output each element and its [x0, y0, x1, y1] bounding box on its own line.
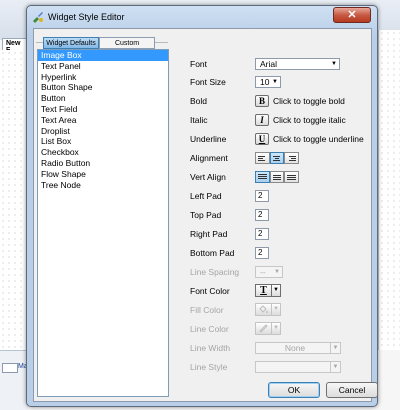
align-right-button[interactable]: [284, 152, 299, 164]
font-select[interactable]: Arial ▼: [255, 58, 340, 70]
alignment-label: Alignment: [190, 153, 228, 163]
tab-widget-defaults[interactable]: Widget Defaults: [43, 37, 99, 49]
widget-style-editor-dialog: Widget Style Editor ✕ Widget Defaults Cu…: [26, 5, 378, 407]
chevron-down-icon: ▼: [330, 343, 340, 353]
font-color-icon: T: [255, 284, 272, 297]
right-pad-input[interactable]: 2: [255, 228, 269, 240]
line-style-label: Line Style: [190, 362, 228, 372]
chevron-down-icon: ▼: [331, 61, 337, 67]
vert-align-group: [255, 171, 299, 183]
font-label: Font: [190, 59, 208, 69]
bottom-pad-label: Bottom Pad: [190, 248, 235, 258]
tab-bar: Widget Defaults Custom: [43, 37, 155, 49]
dialog-title: Widget Style Editor: [48, 12, 125, 22]
fill-color-button[interactable]: ▼: [255, 303, 281, 316]
right-pad-label: Right Pad: [190, 229, 228, 239]
italic-label: Italic: [190, 115, 208, 125]
valign-top-button[interactable]: [255, 171, 270, 183]
list-item[interactable]: Text Panel: [38, 61, 168, 72]
background-status-area: Ma: [0, 350, 28, 410]
list-item[interactable]: Flow Shape: [38, 169, 168, 180]
paint-bucket-icon: [255, 303, 272, 316]
widget-style-icon: [33, 12, 43, 23]
bold-toggle-button[interactable]: B: [255, 95, 269, 107]
font-size-select[interactable]: 10 ▼: [255, 76, 281, 88]
dialog-content: Widget Defaults Custom Image Box Text Pa…: [33, 28, 378, 402]
font-size-label: Font Size: [190, 77, 226, 87]
list-item[interactable]: Radio Button: [38, 158, 168, 169]
chevron-down-icon[interactable]: ▼: [272, 303, 281, 316]
list-item[interactable]: Button: [38, 93, 168, 104]
left-pad-input[interactable]: 2: [255, 190, 269, 202]
line-color-label: Line Color: [190, 324, 229, 334]
bold-label: Bold: [190, 96, 208, 106]
list-item[interactable]: Checkbox: [38, 147, 168, 158]
align-left-button[interactable]: [255, 152, 270, 164]
top-pad-input[interactable]: 2: [255, 209, 269, 221]
alignment-group: [255, 152, 299, 164]
left-pad-label: Left Pad: [190, 191, 222, 201]
line-width-label: Line Width: [190, 343, 231, 353]
background-canvas-right: [378, 30, 400, 350]
align-center-button[interactable]: [269, 152, 285, 164]
list-item[interactable]: Droplist: [38, 126, 168, 137]
underline-label: Underline: [190, 134, 227, 144]
line-width-select[interactable]: None ▼: [255, 342, 341, 354]
list-item[interactable]: Text Area: [38, 115, 168, 126]
bottom-pad-input[interactable]: 2: [255, 247, 269, 259]
font-color-label: Font Color: [190, 286, 230, 296]
vert-align-label: Vert Align: [190, 172, 226, 182]
background-select[interactable]: [2, 363, 18, 373]
list-item[interactable]: Text Field: [38, 104, 168, 115]
italic-hint: Click to toggle italic: [273, 115, 346, 125]
cancel-button[interactable]: Cancel: [326, 382, 378, 398]
tab-custom[interactable]: Custom: [99, 37, 155, 49]
fill-color-label: Fill Color: [190, 305, 224, 315]
line-color-button[interactable]: ▼: [255, 322, 281, 335]
widget-list[interactable]: Image Box Text Panel Hyperlink Button Sh…: [37, 49, 169, 397]
font-value: Arial: [260, 59, 278, 69]
list-item[interactable]: Image Box: [38, 50, 168, 61]
chevron-down-icon: ▼: [330, 362, 340, 372]
background-canvas-left: [0, 50, 26, 350]
line-width-value: None: [284, 343, 306, 353]
pencil-icon: [255, 322, 272, 335]
underline-toggle-button[interactable]: U: [255, 133, 269, 145]
title-bar[interactable]: Widget Style Editor ✕: [27, 6, 377, 28]
chevron-down-icon[interactable]: ▼: [272, 284, 281, 297]
line-style-select[interactable]: ▼: [255, 361, 341, 373]
list-item[interactable]: Hyperlink: [38, 72, 168, 83]
font-color-button[interactable]: T ▼: [255, 284, 281, 297]
chevron-down-icon: ▼: [274, 269, 280, 275]
list-item[interactable]: List Box: [38, 136, 168, 147]
top-pad-label: Top Pad: [190, 210, 222, 220]
list-item[interactable]: Button Shape: [38, 82, 168, 93]
valign-middle-button[interactable]: [269, 171, 285, 183]
close-button[interactable]: ✕: [333, 7, 371, 23]
chevron-down-icon: ▼: [272, 79, 278, 85]
line-spacing-select[interactable]: -- ▼: [255, 266, 283, 278]
list-item[interactable]: Tree Node: [38, 180, 168, 191]
valign-bottom-button[interactable]: [284, 171, 299, 183]
line-spacing-label: Line Spacing: [190, 267, 240, 277]
italic-toggle-button[interactable]: I: [255, 114, 269, 126]
chevron-down-icon[interactable]: ▼: [272, 322, 281, 335]
font-size-value: 10: [260, 77, 270, 87]
ok-button[interactable]: OK: [268, 382, 320, 398]
line-spacing-value: --: [260, 267, 266, 277]
underline-hint: Click to toggle underline: [273, 134, 364, 144]
bold-hint: Click to toggle bold: [273, 96, 345, 106]
